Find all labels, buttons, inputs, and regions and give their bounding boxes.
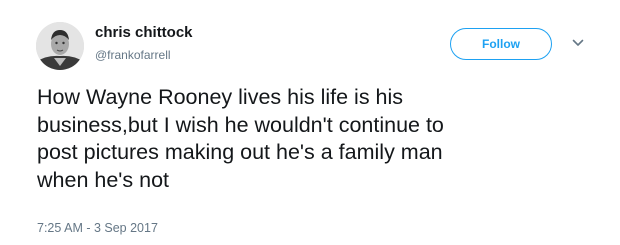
user-handle[interactable]: @frankofarrell	[95, 48, 193, 63]
user-info: chris chittock @frankofarrell	[95, 23, 193, 63]
tweet-header: chris chittock @frankofarrell Follow	[36, 14, 606, 72]
tweet-text-line: post pictures making out he's a family m…	[37, 140, 443, 164]
chevron-down-icon[interactable]	[572, 38, 584, 48]
tweet-text-line: when he's not	[37, 167, 170, 192]
follow-button[interactable]: Follow	[450, 28, 552, 60]
tweet-text-line: business,but I wish he wouldn't continue…	[37, 112, 444, 137]
avatar[interactable]	[36, 22, 84, 70]
tweet-text: How Wayne Rooney lives his life is his b…	[37, 84, 597, 194]
avatar-photo-icon	[36, 22, 84, 70]
display-name[interactable]: chris chittock	[95, 23, 193, 42]
tweet-timestamp[interactable]: 7:25 AM - 3 Sep 2017	[37, 220, 158, 236]
tweet-card: chris chittock @frankofarrell Follow How…	[0, 0, 620, 245]
tweet-text-line: How Wayne Rooney lives his life is his	[37, 85, 404, 109]
